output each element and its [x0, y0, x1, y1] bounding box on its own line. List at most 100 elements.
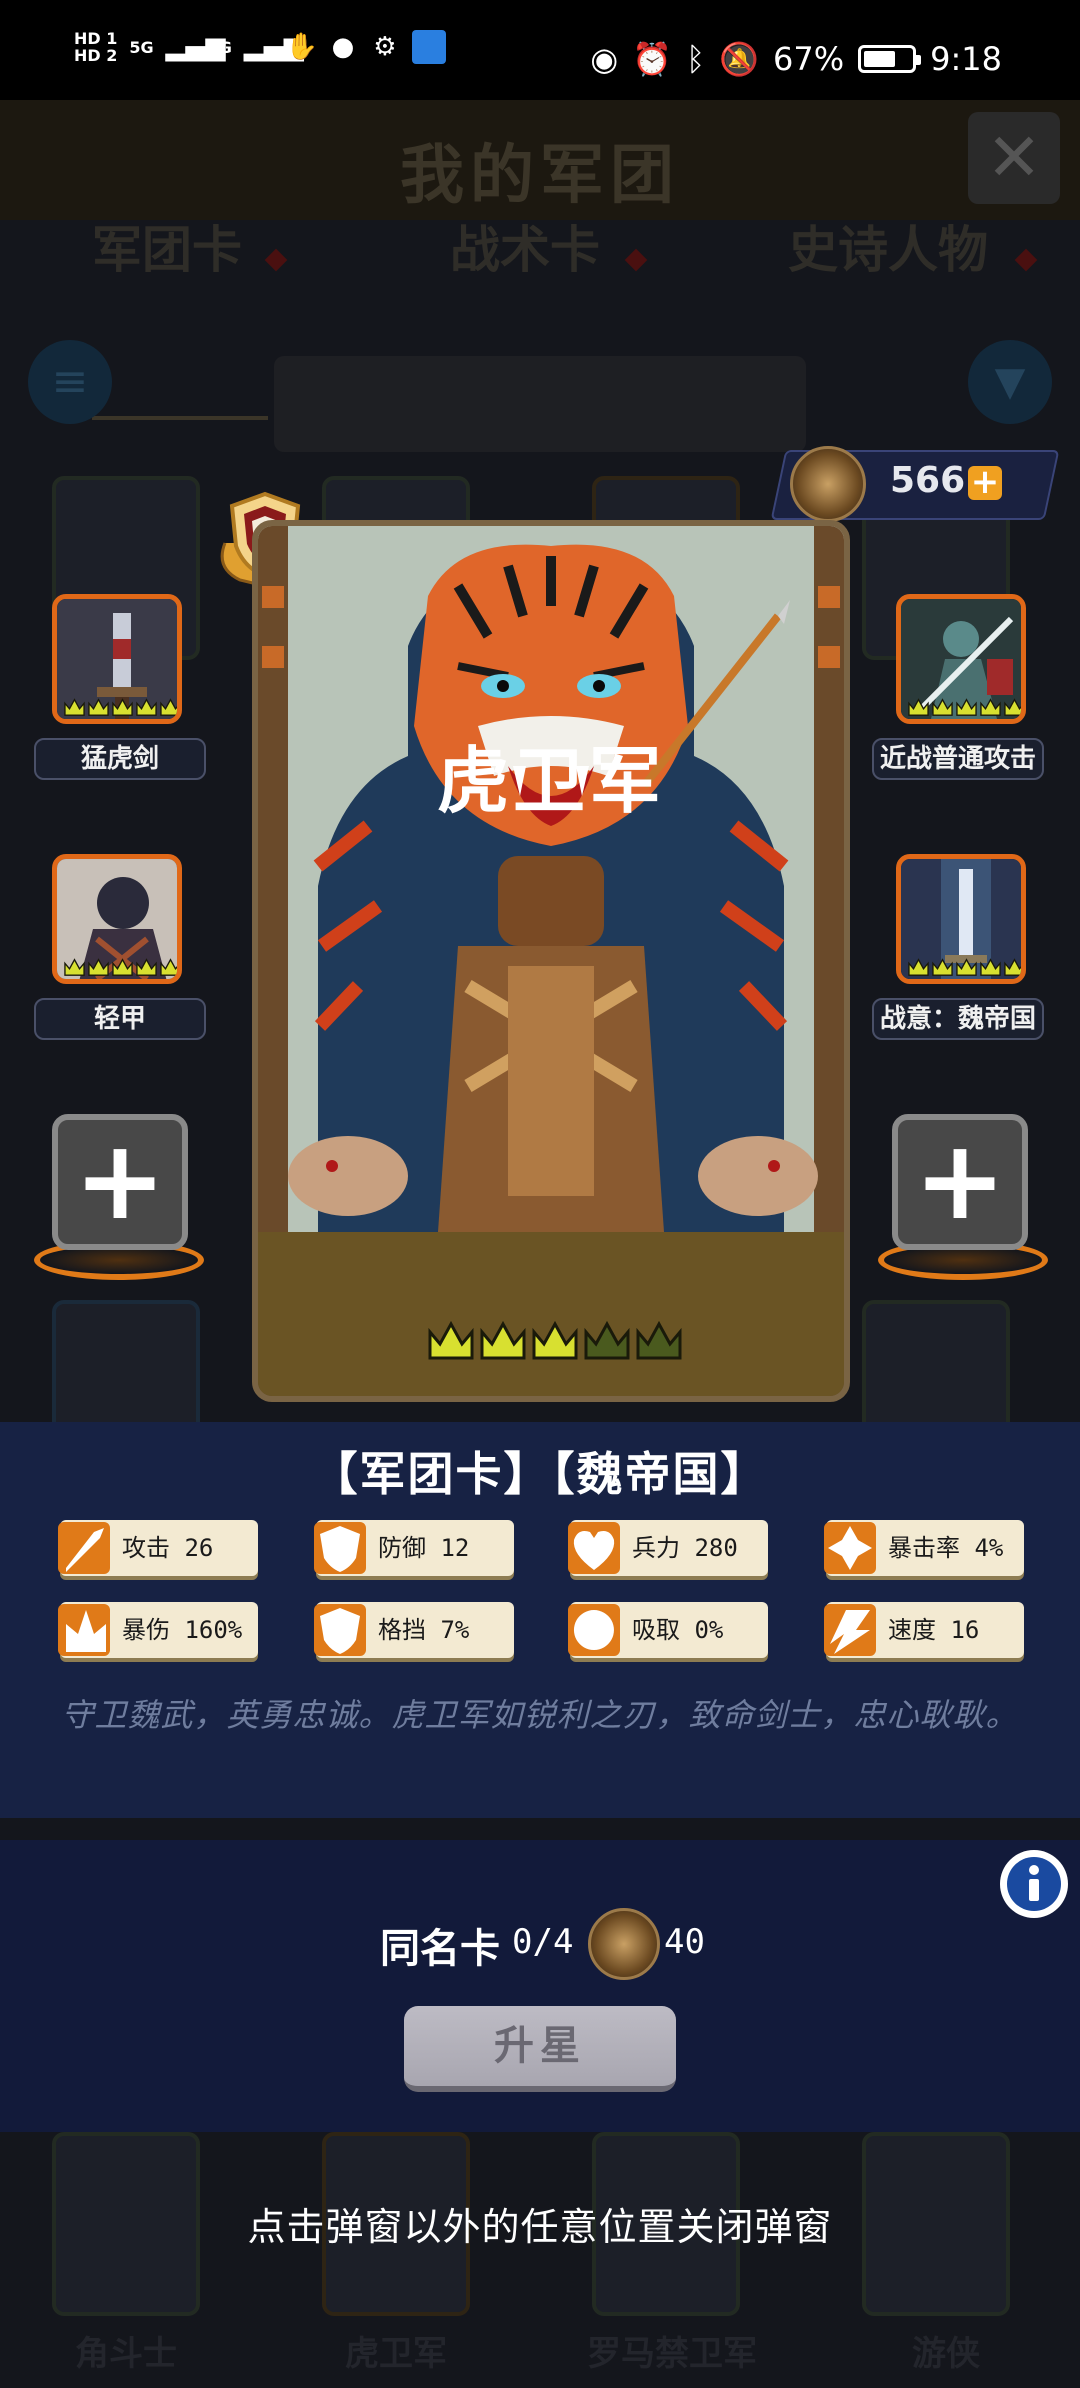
- add-slot-button-right[interactable]: +: [892, 1114, 1028, 1250]
- eye-icon: ◉: [590, 40, 619, 78]
- close-hint[interactable]: 点击弹窗以外的任意位置关闭弹窗: [0, 2196, 1080, 2251]
- crown-filled-icon: [480, 1320, 526, 1360]
- status-bar: HD 1 HD 2 5G ▂▄▆ 4G ▂▄▆ ✋ ● ⚙ ◉ ⏰ ᛒ 🔕 67…: [0, 0, 1080, 100]
- alarm-icon: ⏰: [632, 40, 672, 78]
- hand-icon: ✋: [285, 32, 319, 62]
- slot-label-armor: 轻甲: [34, 998, 206, 1040]
- stat-value: 速度 16: [888, 1616, 980, 1644]
- stat-heart: 兵力 280: [568, 1520, 768, 1576]
- duplicate-card-label: 同名卡: [380, 1926, 500, 1972]
- list-menu-button[interactable]: ≡: [28, 340, 112, 424]
- slot-label-weapon: 猛虎剑: [34, 738, 206, 780]
- skill-slot-morale[interactable]: [896, 854, 1026, 984]
- star-rating: [426, 1318, 684, 1362]
- settings-icon: ⚙: [373, 32, 397, 62]
- crown-filled-icon: [160, 698, 177, 716]
- shield-icon: [314, 1522, 366, 1574]
- sword-icon: [58, 1522, 110, 1574]
- card-name: 虎卫军: [436, 739, 665, 823]
- slot-star-rating: [63, 697, 177, 717]
- stat-value: 防御 12: [378, 1534, 470, 1562]
- add-slot-button-left[interactable]: +: [52, 1114, 188, 1250]
- crown-filled-icon: [88, 698, 109, 716]
- crown-empty-icon: [584, 1320, 630, 1360]
- tiger-guard-artwork: [258, 526, 844, 1232]
- block-icon: [314, 1604, 366, 1656]
- crown-empty-icon: [636, 1320, 682, 1360]
- speed-icon: [824, 1604, 876, 1656]
- stat-value: 暴伤 160%: [122, 1616, 243, 1644]
- slot-label-attack: 近战普通攻击: [872, 738, 1044, 780]
- lifesteal-icon: [568, 1604, 620, 1656]
- bg-card-name: 罗马禁卫军: [587, 2334, 757, 2374]
- active-tab-indicator: [92, 416, 268, 420]
- crown-filled-icon: [980, 698, 1001, 716]
- close-button[interactable]: ✕: [968, 112, 1060, 204]
- tab-epic-characters[interactable]: 史诗人物: [788, 210, 988, 282]
- duplicate-card-count: 0/4: [512, 1922, 574, 1962]
- stat-value: 吸取 0%: [632, 1616, 724, 1644]
- stat-crit: 暴击率 4%: [824, 1520, 1024, 1576]
- crown-filled-icon: [64, 698, 85, 716]
- equipment-slot-armor[interactable]: [52, 854, 182, 984]
- medal-coin-icon: [790, 446, 866, 522]
- hd2-label: HD 2: [74, 46, 118, 65]
- crown-filled-icon: [1004, 698, 1021, 716]
- slot-star-rating: [63, 957, 177, 977]
- signal-icon: ▂▄▆: [243, 32, 304, 62]
- search-input[interactable]: [274, 356, 806, 452]
- tab-notification-dot: [264, 248, 288, 272]
- medal-coin-icon: [588, 1908, 660, 1980]
- stat-value: 兵力 280: [632, 1534, 738, 1562]
- crown-filled-icon: [532, 1320, 578, 1360]
- star-up-button[interactable]: 升星: [404, 2006, 676, 2092]
- chat-icon: ●: [331, 32, 355, 62]
- stat-lifesteal: 吸取 0%: [568, 1602, 768, 1658]
- currency-value: 566: [890, 460, 966, 501]
- stat-value: 攻击 26: [122, 1534, 214, 1562]
- crown-filled-icon: [428, 1320, 474, 1360]
- slot-star-rating: [907, 697, 1021, 717]
- crown-filled-icon: [136, 958, 157, 976]
- crown-filled-icon: [908, 698, 929, 716]
- tab-notification-dot: [624, 248, 648, 272]
- equipment-slot-weapon[interactable]: [52, 594, 182, 724]
- hd1-label: HD 1: [74, 29, 118, 48]
- crown-filled-icon: [956, 958, 977, 976]
- crit-damage-icon: [58, 1604, 110, 1656]
- crown-filled-icon: [932, 958, 953, 976]
- clock: 9:18: [930, 40, 1002, 78]
- skill-slot-attack[interactable]: [896, 594, 1026, 724]
- crit-icon: [824, 1522, 876, 1574]
- bg-card-name: 虎卫军: [345, 2334, 447, 2374]
- stat-shield: 防御 12: [314, 1520, 514, 1576]
- crown-filled-icon: [112, 958, 133, 976]
- card-type-line: 【军团卡】【魏帝国】: [311, 1447, 769, 1501]
- stat-speed: 速度 16: [824, 1602, 1024, 1658]
- sim-indicator: HD 1 HD 2: [74, 30, 117, 64]
- crown-filled-icon: [1004, 958, 1021, 976]
- slot-label-morale: 战意：魏帝国: [872, 998, 1044, 1040]
- tab-tactic-cards[interactable]: 战术卡: [450, 210, 600, 282]
- battery-percent: 67%: [773, 40, 845, 78]
- card-name-bar: [258, 1232, 844, 1396]
- stat-crit-damage: 暴伤 160%: [58, 1602, 258, 1658]
- crown-filled-icon: [980, 958, 1001, 976]
- add-currency-button[interactable]: +: [968, 465, 1002, 500]
- crown-filled-icon: [112, 698, 133, 716]
- crown-filled-icon: [932, 698, 953, 716]
- heart-icon: [568, 1522, 620, 1574]
- bg-card-name: 角斗士: [75, 2334, 177, 2374]
- crown-filled-icon: [908, 958, 929, 976]
- info-icon[interactable]: [1000, 1850, 1068, 1918]
- tab-notification-dot: [1014, 248, 1038, 272]
- crown-filled-icon: [956, 698, 977, 716]
- filter-button[interactable]: ▼: [968, 340, 1052, 424]
- crown-filled-icon: [88, 958, 109, 976]
- stat-value: 格挡 7%: [378, 1616, 470, 1644]
- tab-legion-cards[interactable]: 军团卡: [92, 210, 242, 282]
- battery-icon: [858, 45, 922, 73]
- crown-filled-icon: [160, 958, 177, 976]
- mute-icon: 🔕: [719, 40, 760, 78]
- crown-filled-icon: [64, 958, 85, 976]
